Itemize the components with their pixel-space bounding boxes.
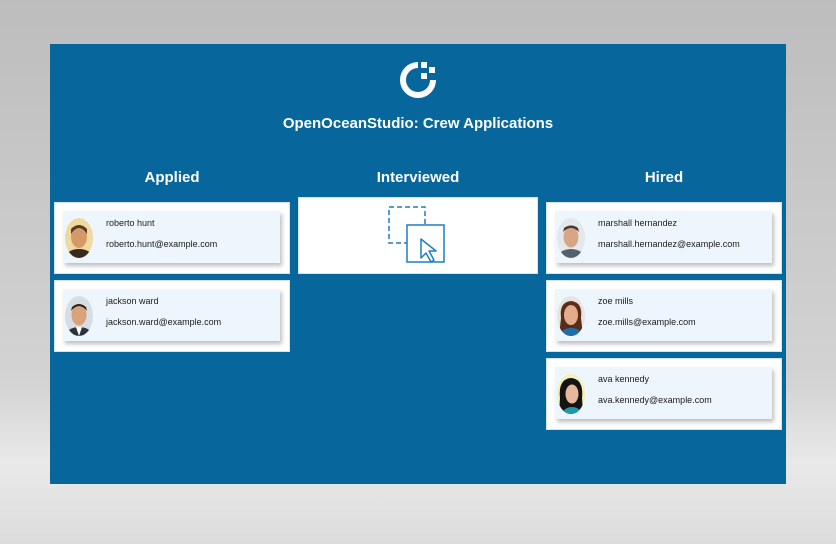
candidate-name: roberto hunt — [106, 218, 155, 228]
avatar — [557, 296, 585, 336]
candidate-name: zoe mills — [598, 296, 634, 306]
page-title: OpenOceanStudio: Crew Applications — [282, 115, 554, 132]
interviewed-drop-zone[interactable] — [298, 197, 538, 274]
kanban-board: OpenOceanStudio: Crew Applications Appli… — [50, 44, 786, 484]
candidate-name: jackson ward — [106, 296, 159, 306]
candidate-name: ava kennedy — [598, 374, 650, 384]
candidate-slot[interactable]: zoe mills zoe.mills@example.com — [546, 280, 782, 352]
openocean-logo-icon — [400, 62, 436, 98]
column-heading-applied: Applied — [144, 169, 200, 186]
avatar — [557, 218, 585, 258]
candidate-email: ava.kennedy@example.com — [598, 395, 712, 405]
candidate-card[interactable]: ava kennedy ava.kennedy@example.com — [555, 367, 772, 419]
drag-drop-icon — [388, 206, 445, 263]
avatar — [557, 374, 585, 414]
candidate-card[interactable]: zoe mills zoe.mills@example.com — [555, 289, 772, 341]
candidate-slot[interactable]: ava kennedy ava.kennedy@example.com — [546, 358, 782, 430]
candidate-slot[interactable]: marshall hernandez marshall.hernandez@ex… — [546, 202, 782, 274]
candidate-slot[interactable]: roberto hunt roberto.hunt@example.com — [54, 202, 290, 274]
column-heading-interviewed: Interviewed — [376, 169, 460, 186]
candidate-email: jackson.ward@example.com — [106, 317, 222, 327]
candidate-slot[interactable]: jackson ward jackson.ward@example.com — [54, 280, 290, 352]
candidate-email: zoe.mills@example.com — [598, 317, 696, 327]
candidate-card[interactable]: marshall hernandez marshall.hernandez@ex… — [555, 211, 772, 263]
column-heading-hired: Hired — [644, 169, 684, 186]
candidate-name: marshall hernandez — [598, 218, 678, 228]
candidate-email: marshall.hernandez@example.com — [598, 239, 740, 249]
candidate-email: roberto.hunt@example.com — [106, 239, 218, 249]
avatar — [65, 296, 93, 336]
candidate-card[interactable]: roberto hunt roberto.hunt@example.com — [63, 211, 280, 263]
avatar — [65, 218, 93, 258]
candidate-card[interactable]: jackson ward jackson.ward@example.com — [63, 289, 280, 341]
